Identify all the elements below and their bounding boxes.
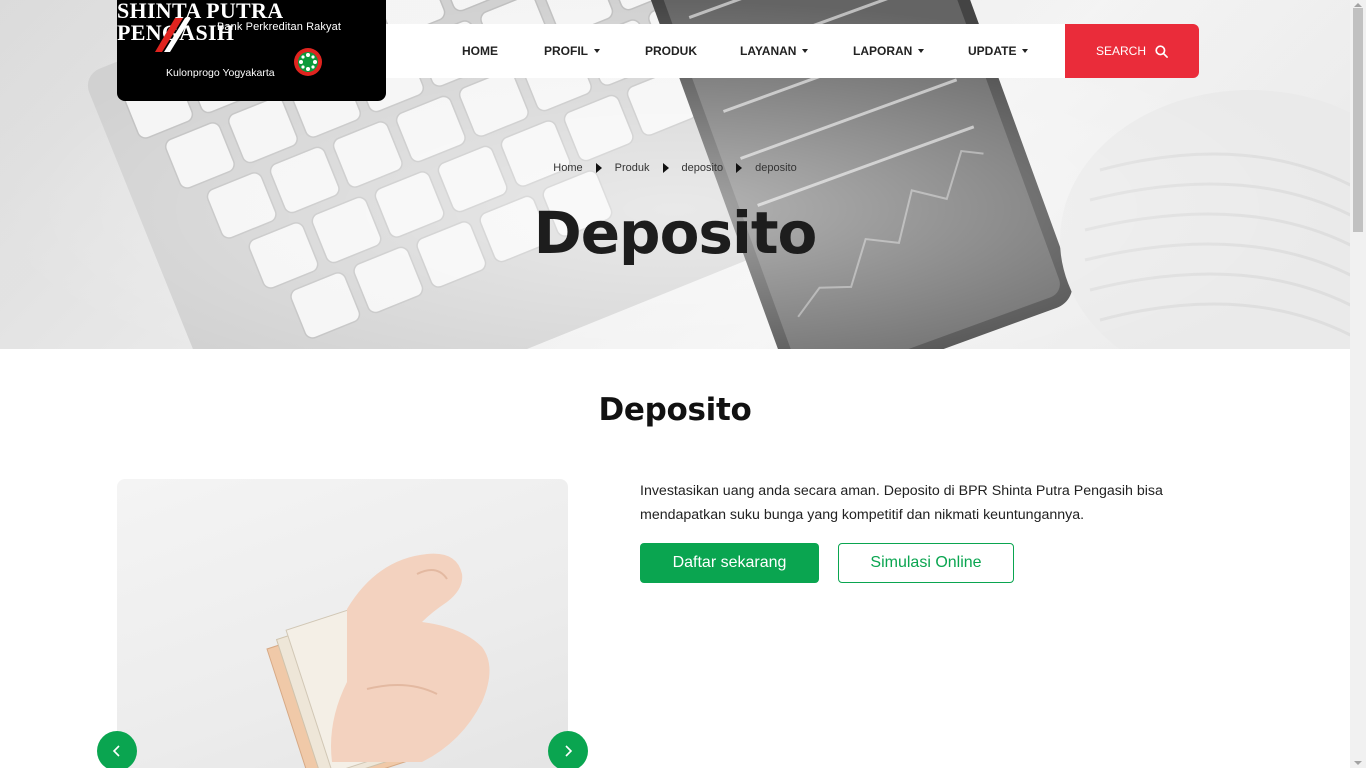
nav-item-label: LAPORAN	[853, 44, 913, 58]
breadcrumb-current: deposito	[755, 162, 797, 174]
search-button-label: SEARCH	[1095, 44, 1146, 58]
caret-down-icon	[1022, 49, 1029, 53]
breadcrumb: Home Produk deposito deposito	[0, 162, 1350, 174]
nav-item-label: LAYANAN	[740, 44, 797, 58]
caret-down-icon	[918, 49, 925, 53]
scroll-down-arrow-icon[interactable]	[1354, 761, 1362, 765]
site-logo[interactable]: Bank Perkreditan Rakyat SHINTA PUTRA PEN…	[117, 0, 386, 101]
page-scrollbar[interactable]	[1350, 0, 1366, 768]
nav-item-home[interactable]: HOME	[462, 24, 498, 78]
main-nav: HOME PROFIL PRODUK LAYANAN LAPORAN UPDAT…	[386, 24, 1065, 78]
logo-location: Kulonprogo Yogyakarta	[166, 67, 275, 79]
scroll-up-arrow-icon[interactable]	[1354, 3, 1362, 7]
product-image: ★ 5	[117, 479, 568, 768]
search-button[interactable]: SEARCH	[1065, 24, 1199, 78]
section-title: Deposito	[598, 392, 752, 428]
logo-stripes-graphic	[155, 18, 322, 76]
caret-down-icon	[802, 49, 809, 53]
nav-item-profil[interactable]: PROFIL	[544, 24, 600, 78]
caret-down-icon	[594, 49, 600, 53]
register-button[interactable]: Daftar sekarang	[640, 543, 819, 583]
breadcrumb-category[interactable]: deposito	[682, 162, 724, 174]
carousel-next-button[interactable]	[548, 731, 588, 768]
search-icon	[1155, 44, 1168, 58]
online-simulation-button[interactable]: Simulasi Online	[838, 543, 1014, 583]
nav-item-laporan[interactable]: LAPORAN	[853, 24, 925, 78]
nav-item-label: UPDATE	[968, 44, 1017, 58]
chevron-right-icon	[565, 745, 573, 757]
nav-item-update[interactable]: UPDATE	[968, 24, 1029, 78]
nav-item-label: PROFIL	[544, 44, 588, 58]
logo-tagline: Bank Perkreditan Rakyat	[217, 21, 341, 33]
breadcrumb-separator-icon	[736, 163, 743, 173]
scrollbar-thumb[interactable]	[1353, 8, 1363, 232]
page-title: Deposito	[533, 199, 818, 267]
nav-item-label: HOME	[462, 44, 498, 58]
nav-item-produk[interactable]: PRODUK	[645, 24, 697, 78]
carousel-prev-button[interactable]	[97, 731, 137, 768]
breadcrumb-home[interactable]: Home	[553, 162, 582, 174]
breadcrumb-produk[interactable]: Produk	[615, 162, 650, 174]
product-description: Investasikan uang anda secara aman. Depo…	[640, 483, 1163, 523]
hand-holding-money-illustration: ★ 5	[266, 553, 490, 768]
nav-item-label: PRODUK	[645, 44, 698, 58]
nav-item-layanan[interactable]: LAYANAN	[740, 24, 809, 78]
breadcrumb-separator-icon	[595, 163, 602, 173]
breadcrumb-separator-icon	[662, 163, 669, 173]
chevron-left-icon	[112, 745, 120, 757]
